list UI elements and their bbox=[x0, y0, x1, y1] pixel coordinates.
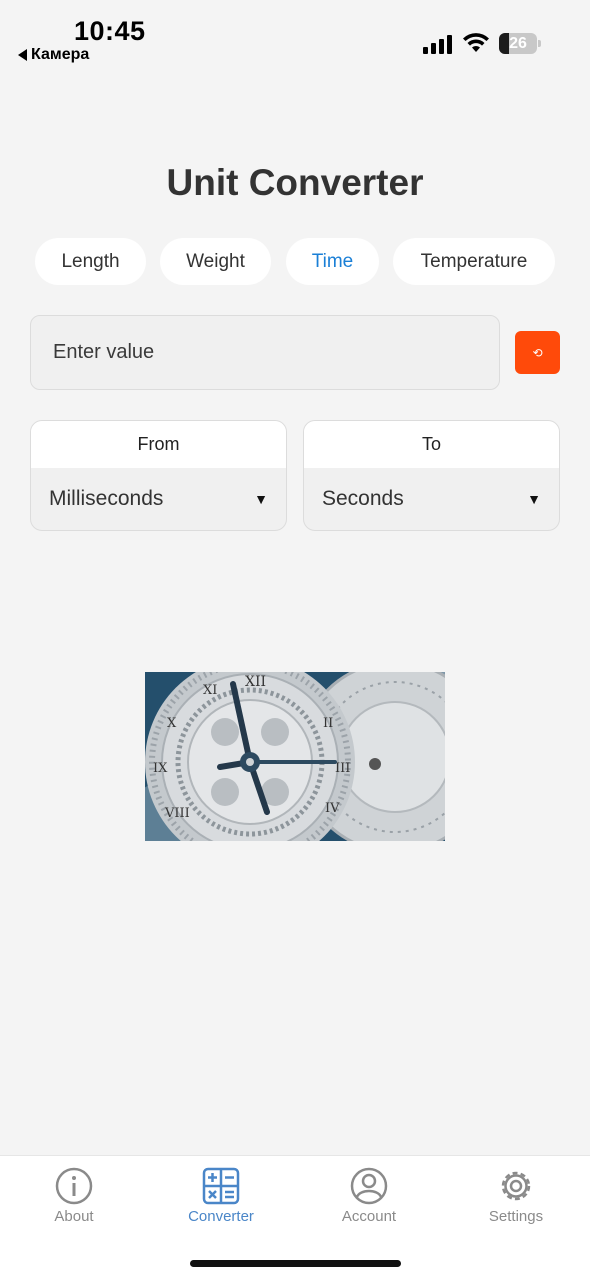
svg-text:IV: IV bbox=[325, 801, 340, 816]
back-label: Камера bbox=[31, 46, 90, 63]
swap-icon: ⟲ bbox=[532, 345, 543, 360]
nav-converter-label: Converter bbox=[188, 1208, 254, 1225]
cellular-signal-icon bbox=[423, 35, 452, 54]
from-unit-value: Milliseconds bbox=[49, 487, 164, 510]
to-unit-selector: To Seconds ▼ bbox=[303, 420, 560, 531]
from-label: From bbox=[31, 421, 286, 468]
page-title: Unit Converter bbox=[166, 162, 424, 203]
dropdown-arrow-icon: ▼ bbox=[254, 491, 268, 507]
info-icon bbox=[55, 1167, 93, 1205]
svg-text:IX: IX bbox=[153, 761, 168, 776]
svg-text:II: II bbox=[323, 716, 333, 731]
dropdown-arrow-icon: ▼ bbox=[527, 491, 541, 507]
svg-text:III: III bbox=[335, 761, 350, 776]
nav-about-label: About bbox=[54, 1208, 94, 1225]
app-screen: 10:45 Камера 26 Unit Converter Length We… bbox=[0, 0, 590, 1280]
user-icon bbox=[350, 1167, 388, 1205]
to-unit-value: Seconds bbox=[322, 487, 404, 510]
value-input[interactable] bbox=[30, 315, 500, 390]
nav-converter[interactable]: Converter bbox=[161, 1166, 281, 1225]
to-label: To bbox=[304, 421, 559, 468]
gear-icon bbox=[501, 1171, 531, 1201]
tab-length[interactable]: Length bbox=[35, 238, 146, 285]
from-unit-dropdown[interactable]: Milliseconds ▼ bbox=[31, 468, 286, 530]
svg-text:XII: XII bbox=[245, 674, 266, 690]
tab-temperature[interactable]: Temperature bbox=[393, 238, 555, 285]
wifi-icon bbox=[463, 33, 489, 52]
status-time: 10:45 bbox=[74, 16, 146, 46]
nav-account[interactable]: Account bbox=[309, 1166, 429, 1225]
from-unit-selector: From Milliseconds ▼ bbox=[30, 420, 287, 531]
tab-time[interactable]: Time bbox=[286, 238, 379, 285]
battery-level: 26 bbox=[509, 35, 527, 52]
nav-account-label: Account bbox=[341, 1208, 397, 1225]
clock-gears-image: XII XI X IX II III IV VIII bbox=[145, 672, 445, 841]
back-to-camera-link[interactable]: Камера bbox=[18, 46, 89, 64]
calculator-icon bbox=[202, 1167, 240, 1205]
tab-weight[interactable]: Weight bbox=[160, 238, 271, 285]
nav-about[interactable]: About bbox=[14, 1166, 134, 1225]
battery-indicator: 26 bbox=[499, 33, 541, 54]
svg-text:XI: XI bbox=[203, 683, 217, 698]
home-indicator[interactable] bbox=[190, 1260, 401, 1267]
nav-settings-label: Settings bbox=[488, 1208, 544, 1225]
svg-text:VIII: VIII bbox=[164, 806, 190, 821]
back-arrow-icon bbox=[18, 49, 27, 61]
swap-button[interactable]: ⟲ bbox=[515, 331, 560, 374]
svg-text:X: X bbox=[167, 716, 177, 731]
to-unit-dropdown[interactable]: Seconds ▼ bbox=[304, 468, 559, 530]
nav-settings[interactable]: Settings bbox=[456, 1166, 576, 1225]
